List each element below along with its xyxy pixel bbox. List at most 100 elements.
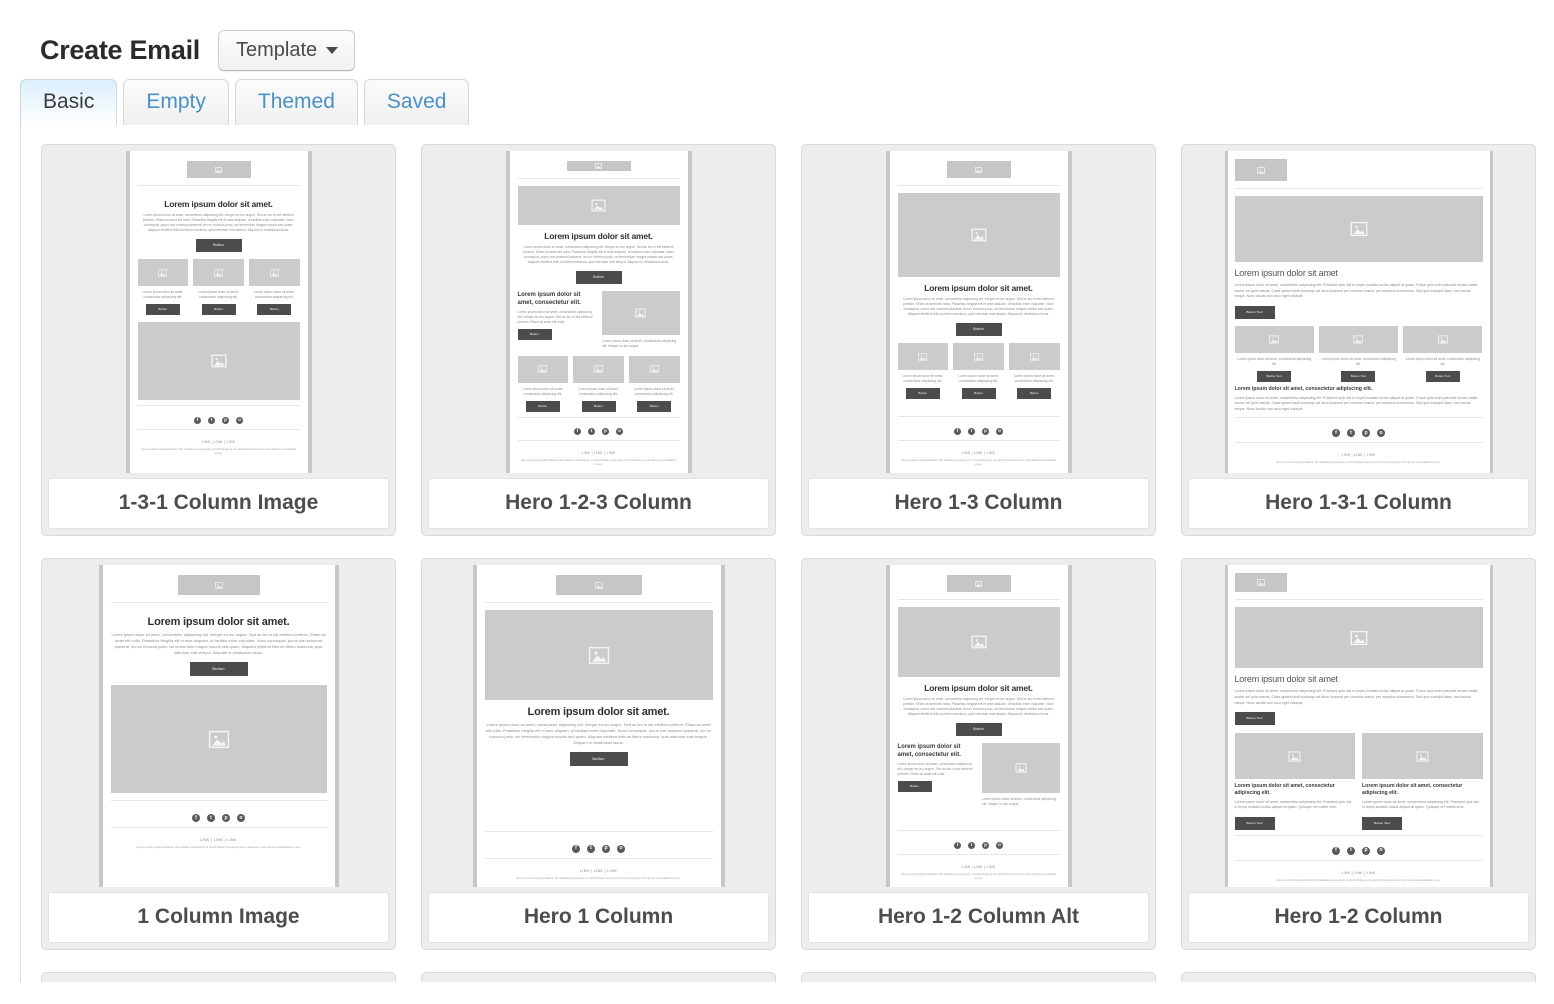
image-placeholder-icon	[649, 365, 659, 373]
image-placeholder-icon	[588, 646, 610, 665]
divider	[484, 830, 713, 832]
tab-basic[interactable]: Basic	[20, 79, 118, 126]
image-placeholder-icon	[1256, 579, 1265, 586]
email-wireframe: Lorem ipsum dolor sit amet. Lorem ipsum …	[125, 151, 312, 474]
fine-print: Quo ea modus impedit omittantur. Mel sua…	[136, 846, 301, 850]
template-card[interactable]: Lorem ipsum dolor sit amet Lorem ipsum d…	[1181, 144, 1536, 537]
social-icons: f t p o	[1235, 429, 1483, 438]
image-placeholder-icon	[971, 635, 987, 649]
template-card[interactable]: Lorem ipsum dolor sit amet. Lorem ipsum …	[41, 144, 396, 537]
footer-links: LINK | LINK | LINK	[961, 450, 996, 455]
footer-links: LINK | LINK | LINK	[581, 450, 616, 455]
divider	[1234, 417, 1483, 419]
template-tabs: Basic Empty Themed Saved	[20, 78, 1554, 126]
template-card[interactable]	[421, 972, 776, 983]
template-preview: Lorem ipsum dolor sit amet. Lorem ipsum …	[428, 151, 769, 474]
tab-empty-label: Empty	[146, 90, 206, 113]
email-button: Button	[569, 752, 628, 767]
image-placeholder-icon	[1350, 630, 1368, 646]
template-card[interactable]: Lorem ipsum dolor sit amet. Lorem ipsum …	[801, 144, 1156, 537]
email-body: Lorem ipsum dolor sit amet, consectetur …	[523, 245, 674, 264]
email-body: Lorem ipsum dolor sit amet, consectetur …	[1234, 689, 1478, 705]
template-name: 1-3-1 Column Image	[48, 478, 389, 530]
column-button: Button	[145, 303, 180, 315]
column-heading: Lorem ipsum dolor sit amet, consectetur …	[1362, 783, 1463, 796]
image-placeholder-icon	[1416, 751, 1429, 762]
section-heading: Lorem ipsum dolor sit amet, consectetur …	[1234, 385, 1373, 392]
template-preview	[48, 979, 389, 982]
email-button: Button	[955, 323, 1002, 336]
instagram-icon: o	[1377, 846, 1385, 855]
logo-placeholder	[1234, 159, 1287, 182]
image-placeholder-icon	[975, 580, 982, 587]
chevron-down-icon	[326, 47, 339, 54]
divider	[484, 602, 713, 604]
image-placeholder-icon	[1438, 335, 1448, 344]
column-button: Button	[201, 303, 236, 315]
instagram-icon: o	[236, 416, 243, 424]
divider	[1234, 188, 1483, 190]
column-button: Button Text	[1234, 816, 1275, 830]
email-heading: Lorem ipsum dolor sit amet.	[924, 683, 1033, 694]
column-text: Lorem ipsum dolor sit amet, consectetur …	[1237, 356, 1312, 366]
template-card[interactable]	[1181, 972, 1536, 983]
tab-empty[interactable]: Empty	[123, 79, 229, 126]
tab-themed[interactable]: Themed	[234, 79, 358, 126]
template-name: Hero 1-2-3 Column	[428, 478, 769, 530]
pinterest-icon: p	[222, 416, 229, 424]
image-placeholder-icon	[158, 268, 168, 277]
email-body: Lorem ipsum dolor sit amet, consectetur …	[143, 213, 294, 233]
social-icons: f t p o	[111, 814, 327, 823]
divider	[897, 599, 1060, 601]
logo-placeholder	[555, 575, 642, 596]
template-dropdown-button[interactable]: Template	[217, 29, 356, 71]
hero-image	[897, 607, 1060, 678]
email-wireframe: Lorem ipsum dolor sit amet. Lorem ipsum …	[885, 151, 1072, 474]
template-dropdown-label: Template	[235, 38, 318, 61]
image-placeholder-icon	[1288, 751, 1301, 762]
divider	[1234, 599, 1483, 600]
twitter-icon: t	[207, 814, 215, 823]
email-wireframe: Lorem ipsum dolor sit amet Lorem ipsum d…	[1224, 565, 1493, 888]
image-placeholder-icon	[1256, 167, 1265, 174]
template-card[interactable]: Lorem ipsum dolor sit amet. Lorem ipsum …	[801, 558, 1156, 951]
three-column-row: Lorem ipsum dolor sit amet, consectetur …	[137, 259, 300, 315]
template-card[interactable]: Lorem ipsum dolor sit amet. Lorem ipsum …	[421, 144, 776, 537]
two-column-row: Lorem ipsum dolor sit amet, consectetur …	[517, 290, 680, 349]
column-text: Lorem ipsum dolor sit amet, consectetur …	[1234, 799, 1352, 810]
facebook-icon: f	[572, 844, 580, 853]
fine-print: Quo ea modus impedit omittantur. Mel sua…	[900, 458, 1057, 466]
email-button: Button	[575, 270, 622, 284]
image-placeholder-icon	[594, 582, 603, 589]
column-text: Lorem ipsum dolor sit amet, consectetur …	[897, 762, 973, 777]
hero-image	[897, 193, 1060, 278]
column-button: Button	[581, 400, 616, 412]
template-card[interactable]	[41, 972, 396, 983]
logo-placeholder	[946, 575, 1011, 593]
twitter-icon: t	[208, 416, 215, 424]
divider	[1234, 442, 1483, 444]
facebook-icon: f	[192, 814, 200, 823]
footer-links: LINK | LINK | LINK	[199, 838, 238, 843]
template-card[interactable]	[801, 972, 1156, 983]
template-card[interactable]: Lorem ipsum dolor sit amet Lorem ipsum d…	[1181, 558, 1536, 951]
divider	[517, 416, 680, 418]
footer-links: LINK | LINK | LINK	[1341, 870, 1376, 875]
divider	[517, 440, 680, 441]
email-button: Button	[955, 723, 1002, 736]
image-placeholder-icon	[975, 166, 982, 173]
hero-image	[517, 185, 680, 226]
template-card[interactable]: Lorem ipsum dolor sit amet. Lorem ipsum …	[41, 558, 396, 951]
column-image	[517, 355, 569, 383]
column-image	[137, 259, 189, 286]
template-tabs-wrap: Basic Empty Themed Saved	[0, 78, 1554, 126]
template-card[interactable]: Lorem ipsum dolor sit amet. Lorem ipsum …	[421, 558, 776, 951]
two-column-row: Lorem ipsum dolor sit amet, consectetur …	[897, 743, 1060, 807]
page-header: Create Email Template	[0, 0, 1554, 78]
twitter-icon: t	[587, 844, 595, 853]
column-image	[602, 290, 680, 335]
column-image	[982, 743, 1060, 793]
tab-saved[interactable]: Saved	[363, 79, 470, 126]
social-icons: f t p o	[485, 844, 713, 853]
